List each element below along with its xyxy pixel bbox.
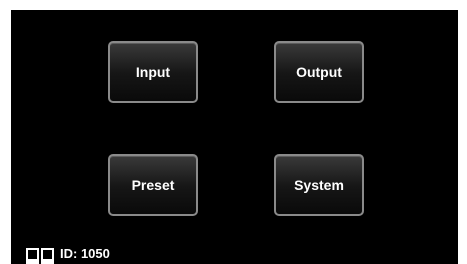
output-button[interactable]: Output [274,41,364,103]
output-button-label: Output [296,64,342,80]
preset-button-label: Preset [131,177,175,193]
input-button-label: Input [135,64,171,80]
status-bar: ID: 1050 [26,244,110,264]
system-button-label: System [294,177,344,193]
device-screen: Input Output Preset System ID: 1050 [11,10,458,264]
input-button[interactable]: Input [108,41,198,103]
right-panel-icon [41,247,54,264]
left-panel-icon [26,247,39,264]
device-id-label: ID: 1050 [60,245,110,261]
preset-button[interactable]: Preset [108,154,198,216]
system-button[interactable]: System [274,154,364,216]
dual-panel-icon [26,247,54,264]
